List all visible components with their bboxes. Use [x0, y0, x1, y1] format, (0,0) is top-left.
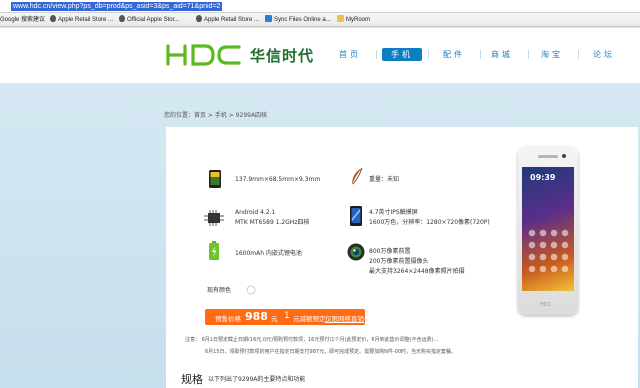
apple-icon: [50, 15, 56, 22]
spec-camera-front: 200万像素前置摄像头: [369, 258, 429, 265]
spec-cpu: MTK MT6589 1.2GHz四核: [235, 219, 310, 226]
nav-mall[interactable]: 商城: [482, 48, 522, 61]
speaker-grille: [538, 155, 558, 158]
nav-separator: [480, 50, 481, 59]
brand-name: 华信时代: [250, 47, 315, 65]
nav-accessories[interactable]: 配件: [434, 48, 474, 61]
phone-brand: HDC: [540, 302, 552, 308]
deposit-text: 元减额预定: [293, 315, 326, 323]
url-text[interactable]: www.hdc.cn/view.php?ps_db=prod&ps_asid=3…: [11, 2, 223, 11]
spec-size: 137.9mm×68.5mm×9.3mm: [235, 176, 321, 183]
bookmark-label: Apple Retail Store ...: [58, 17, 114, 23]
spec-resolution: 1600万色，分辨率：1280×720像素(720P): [369, 219, 490, 226]
bookmark-apple-retail-2[interactable]: Apple Retail Store ...: [196, 15, 259, 25]
chip-icon: [204, 210, 224, 226]
address-bar[interactable]: www.hdc.cn/view.php?ps_db=prod&ps_asid=3…: [0, 0, 640, 13]
bookmark-official-apple[interactable]: Official Apple Stor...: [119, 15, 179, 25]
bookmark-sync-files[interactable]: Sync Files Online a...: [265, 15, 331, 25]
screen-icon: [350, 206, 362, 226]
color-label: 现有颜色: [207, 287, 232, 294]
phone-size-icon: [209, 170, 221, 188]
nav-home[interactable]: 首页: [330, 48, 370, 61]
note-line-1: 注意： 6月1日预定截止日期(16元,0元)预购预付款项，16元预付(1个月)此…: [185, 337, 439, 343]
online-only-link[interactable]: 仅限网络直销: [325, 313, 364, 323]
presale-price-banner[interactable]: 预售价格 988 元 1 元减额预定 仅限网络直销: [205, 309, 365, 325]
nav-separator: [578, 50, 579, 59]
bookmark-google[interactable]: Google 搜索建议: [0, 15, 45, 25]
spec-screen: 4.7英寸IPS触摸屏: [369, 209, 418, 216]
hdc-logo[interactable]: [165, 43, 243, 67]
note-line-2: 6月15日，领取预付款项的用户在指定日期支付987元，即可完成预定。需要加购N件…: [205, 349, 456, 355]
phone-clock: 09:39: [530, 173, 556, 182]
breadcrumb: 您的位置：首页 > 手机 > 9299A四核: [164, 112, 268, 119]
spec-subheading: 以下列出了9299A的主要特点和功能: [208, 376, 306, 383]
spec-camera-main: 800万像素前置: [369, 248, 411, 255]
product-phone-image: 09:39 HDC: [518, 147, 578, 315]
nav-separator: [428, 50, 429, 59]
battery-icon: [209, 241, 219, 260]
spec-battery: 1600mAh 内嵌式锂电池: [235, 250, 302, 257]
feather-icon: [351, 167, 363, 188]
bookmark-label: Apple Retail Store ...: [204, 17, 260, 23]
spec-os: Android 4.2.1: [235, 209, 276, 216]
deposit-value: 1: [284, 311, 290, 321]
spec-camera-max: 最大支持3264×2448像素照片拍摄: [369, 268, 465, 275]
sync-icon: [265, 15, 272, 22]
camera-lens-icon: [347, 243, 365, 261]
nav-forum[interactable]: 论坛: [584, 48, 624, 61]
apple-icon: [196, 15, 202, 22]
price-value: 988: [245, 310, 268, 323]
price-unit: 元: [271, 315, 278, 323]
color-swatch-white[interactable]: [246, 285, 256, 295]
bookmarks-bar: Google 搜索建议 Apple Retail Store ... Offic…: [0, 13, 640, 27]
bookmark-label: Google 搜索建议: [0, 17, 46, 23]
front-camera: [562, 154, 566, 158]
spec-weight: 重量：未知: [369, 176, 400, 183]
app-icons: [526, 227, 570, 277]
bookmark-label: MyRoom: [346, 17, 371, 23]
bookmark-apple-retail-1[interactable]: Apple Retail Store ...: [50, 15, 113, 25]
nav-phones[interactable]: 手机: [382, 48, 422, 61]
bookmark-label: Sync Files Online a...: [274, 17, 331, 23]
product-card: 137.9mm×68.5mm×9.3mm 重量：未知 Android 4.2.1…: [166, 127, 638, 388]
apple-icon: [119, 15, 125, 22]
bookmark-myroom[interactable]: MyRoom: [337, 15, 370, 25]
bookmark-label: Official Apple Stor...: [127, 17, 180, 23]
site-header: 华信时代 首页 手机 配件 商城 淘宝 论坛: [0, 28, 640, 84]
presale-label: 预售价格: [215, 315, 241, 323]
phone-screen: 09:39: [522, 167, 574, 291]
spec-heading: 规格: [181, 373, 203, 386]
nav-separator: [376, 50, 377, 59]
nav-taobao[interactable]: 淘宝: [532, 48, 572, 61]
folder-icon: [337, 15, 344, 22]
nav-separator: [528, 50, 529, 59]
